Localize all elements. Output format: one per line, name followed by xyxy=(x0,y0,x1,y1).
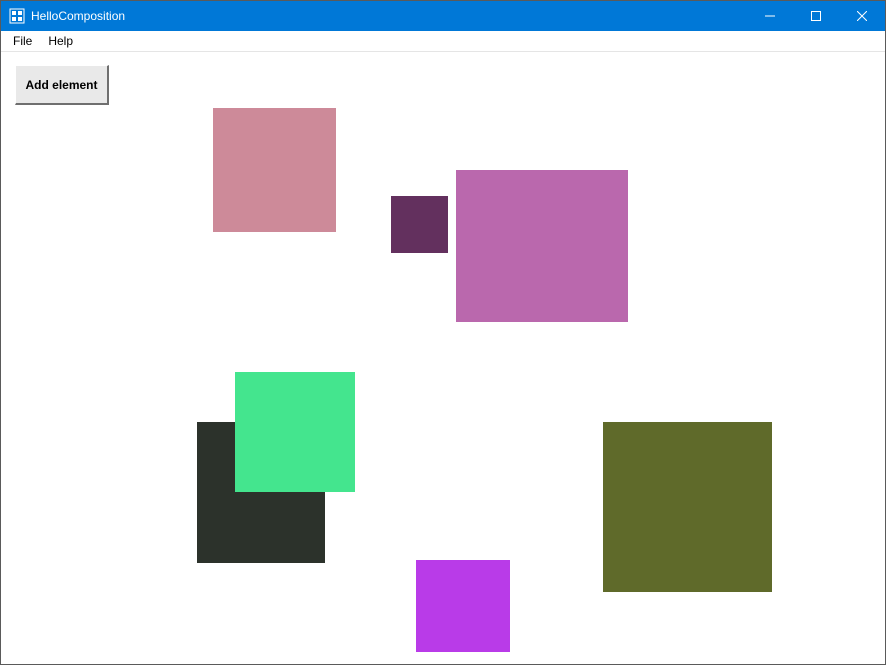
composition-square xyxy=(235,372,355,492)
composition-square xyxy=(213,108,336,232)
maximize-icon xyxy=(811,11,821,21)
menu-file[interactable]: File xyxy=(5,32,40,50)
window-title: HelloComposition xyxy=(31,9,125,23)
titlebar[interactable]: HelloComposition xyxy=(1,1,885,31)
minimize-icon xyxy=(765,11,775,21)
close-button[interactable] xyxy=(839,1,885,31)
menu-help[interactable]: Help xyxy=(40,32,81,50)
add-element-button[interactable]: Add element xyxy=(15,65,109,105)
minimize-button[interactable] xyxy=(747,1,793,31)
composition-square xyxy=(416,560,510,652)
app-icon xyxy=(9,8,25,24)
close-icon xyxy=(857,11,867,21)
client-area: Add element xyxy=(1,52,885,664)
menubar: File Help xyxy=(1,31,885,52)
composition-square xyxy=(391,196,448,253)
composition-square xyxy=(603,422,772,592)
composition-square xyxy=(456,170,628,322)
maximize-button[interactable] xyxy=(793,1,839,31)
